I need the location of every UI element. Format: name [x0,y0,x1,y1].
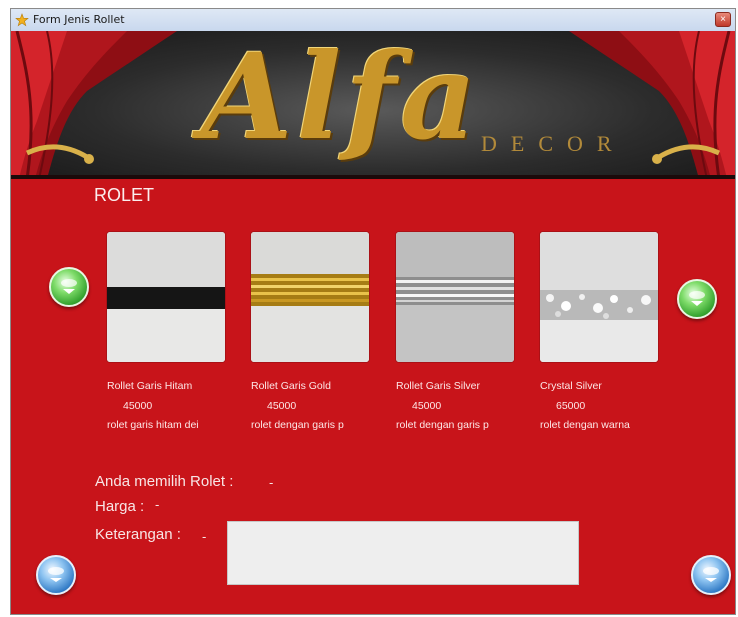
product-name-4: Crystal Silver [540,380,602,392]
product-image-2[interactable] [251,232,369,362]
product-image-3[interactable] [396,232,514,362]
product-desc-4: rolet dengan warna [540,419,630,431]
window-title: Form Jenis Rollet [33,13,125,26]
green-right-arrow-icon [689,291,705,306]
chosen-rolet-label: Anda memilih Rolet : [95,473,234,490]
gold-stripe-rollet-image [251,232,369,362]
product-price-2: 45000 [267,400,297,412]
product-desc-1: rolet garis hitam dei [107,419,199,431]
price-value: - [155,497,160,512]
product-image-1[interactable] [107,232,225,362]
chosen-rolet-value: - [269,475,274,490]
close-icon: × [720,14,726,25]
price-label: Harga : [95,498,145,515]
forward-button[interactable] [691,555,731,595]
alfa-decor-banner: Alfa DECOR [11,31,735,179]
blue-back-icon [48,567,64,582]
green-left-arrow-icon [61,279,77,294]
description-textbox[interactable] [227,521,579,585]
product-image-4[interactable] [540,232,658,362]
product-name-3: Rollet Garis Silver [396,380,481,392]
next-button[interactable] [677,279,717,319]
crystal-silver-rollet-image [540,232,658,362]
title-bar[interactable]: Form Jenis Rollet × [11,9,735,32]
blue-forward-icon [703,567,719,582]
left-curtain-image [11,31,177,175]
product-desc-3: rolet dengan garis p [396,419,489,431]
close-button[interactable]: × [715,12,731,27]
product-name-1: Rollet Garis Hitam [107,380,193,392]
form-window: Form Jenis Rollet × Alfa DECOR ROLET Rol… [10,8,736,615]
alfa-logo-text: Alfa [201,31,481,166]
section-title: ROLET [94,185,155,205]
product-price-4: 65000 [556,400,586,412]
silver-stripe-rollet-image [396,232,514,362]
description-value: - [202,529,207,544]
previous-button[interactable] [49,267,89,307]
description-label: Keterangan : [95,526,181,543]
product-name-2: Rollet Garis Gold [251,380,331,392]
product-price-1: 45000 [123,400,153,412]
back-button[interactable] [36,555,76,595]
black-stripe-rollet-image [107,232,225,362]
product-price-3: 45000 [412,400,442,412]
app-icon [15,13,29,27]
product-desc-2: rolet dengan garis p [251,419,344,431]
decor-logo-text: DECOR [481,131,626,156]
